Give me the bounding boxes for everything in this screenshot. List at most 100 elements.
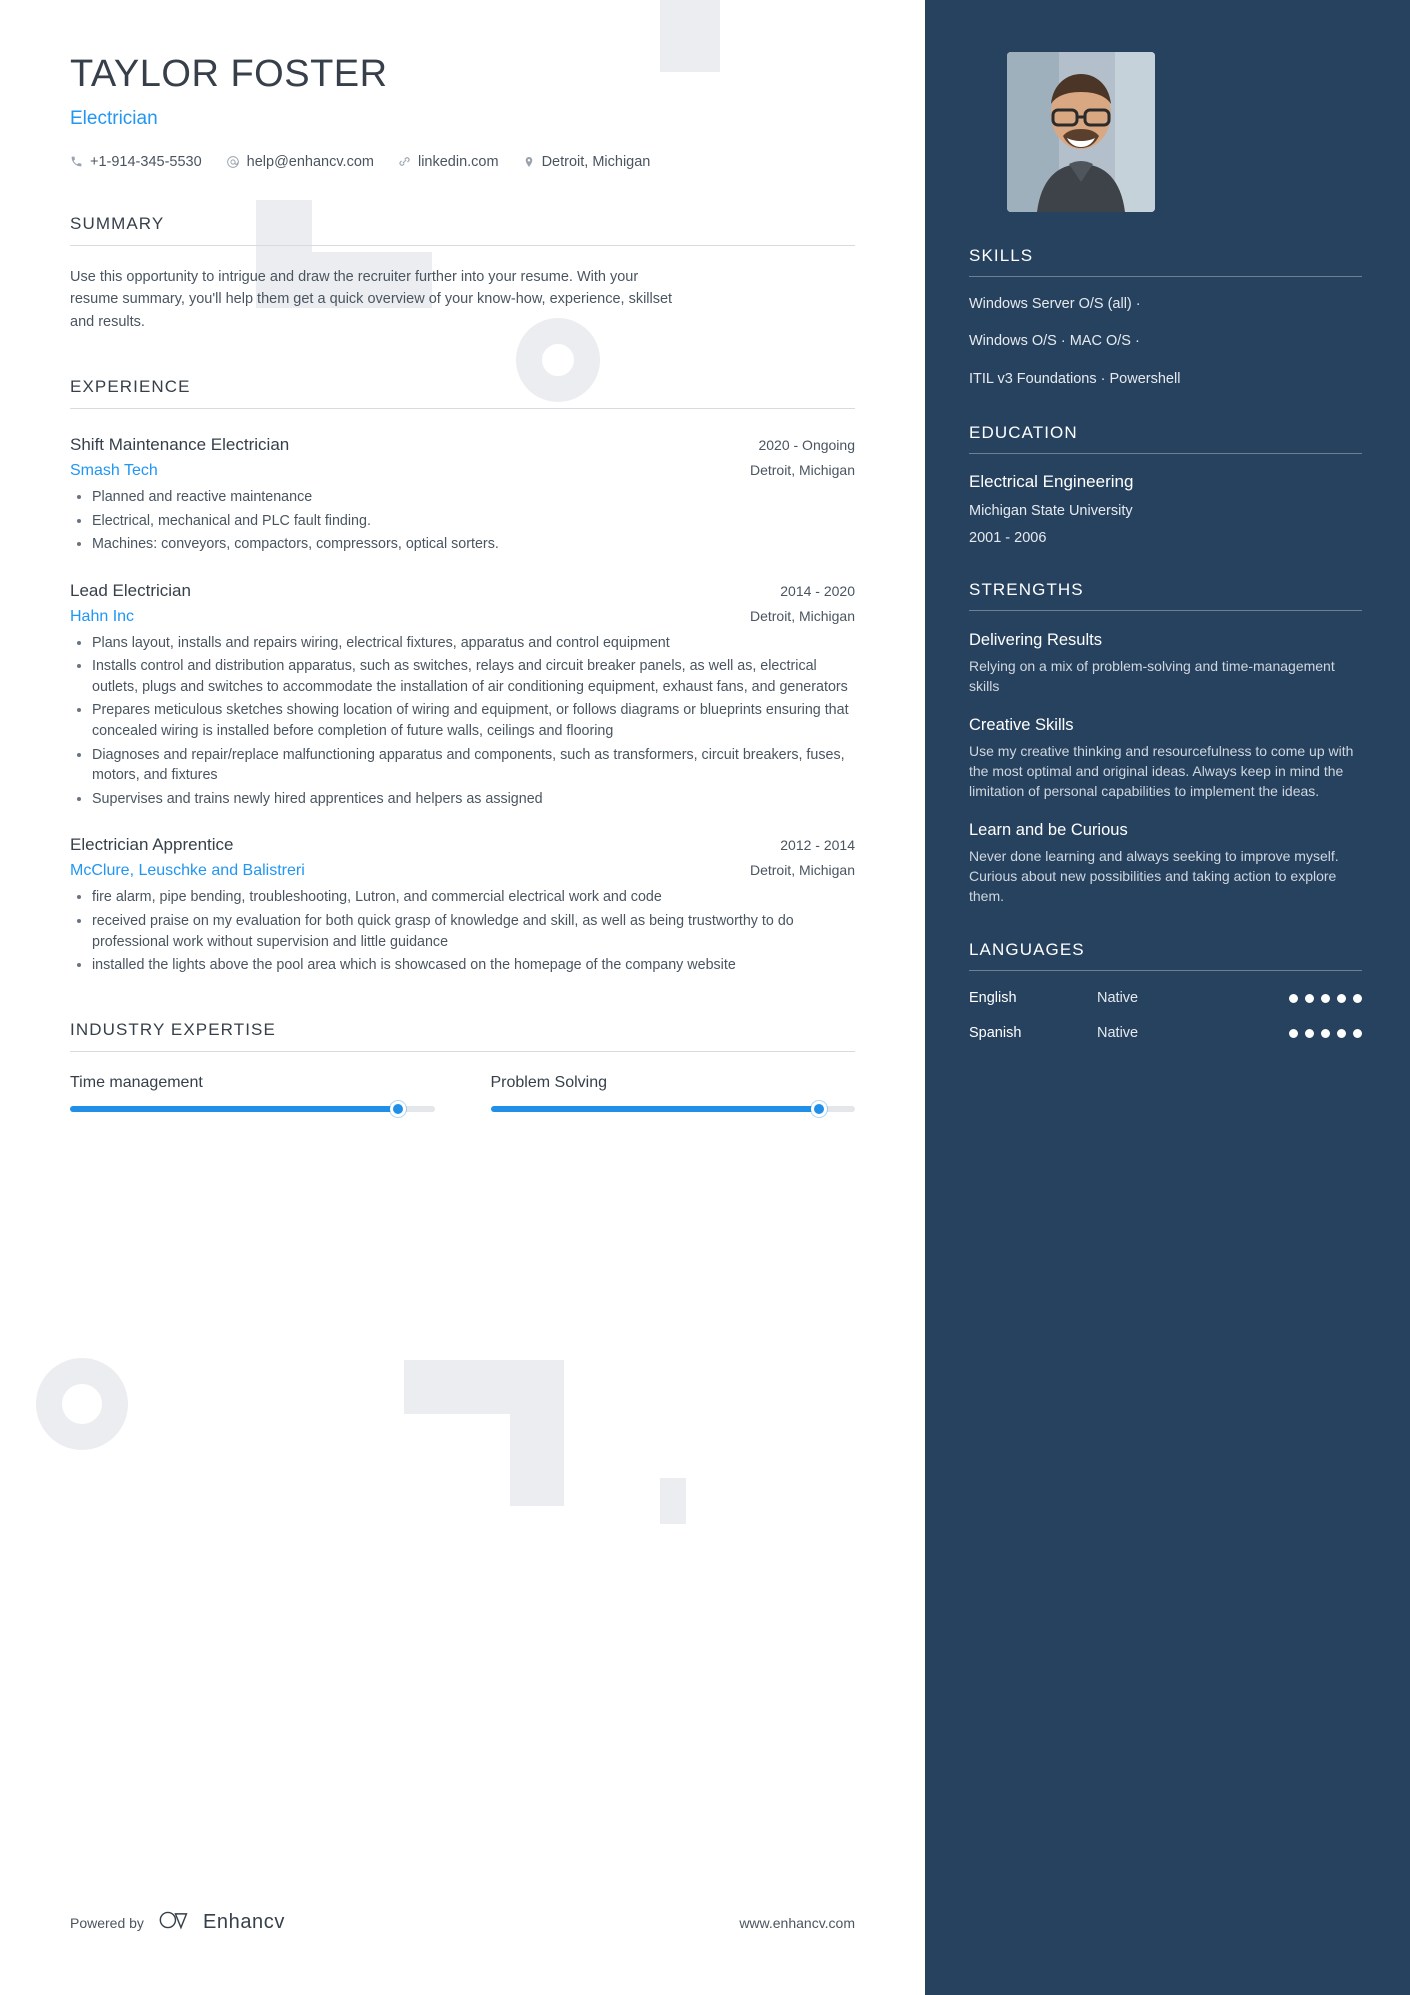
enhancv-mark-icon <box>158 1908 194 1937</box>
list-item: Supervises and trains newly hired appren… <box>70 789 855 810</box>
experience-head: Shift Maintenance Electrician 2020 - Ong… <box>70 435 855 455</box>
language-rating-dots <box>1289 1028 1362 1038</box>
experience-item: Electrician Apprentice 2012 - 2014 McClu… <box>70 835 855 975</box>
job-role-subtitle: Electrician <box>70 107 158 129</box>
education-date: 2001 - 2006 <box>969 529 1047 546</box>
experience-head: Electrician Apprentice 2012 - 2014 <box>70 835 855 855</box>
slider-knob[interactable] <box>390 1100 407 1117</box>
slider-knob[interactable] <box>810 1100 827 1117</box>
language-level: Native <box>1097 1025 1139 1042</box>
footer: Powered by Enhancv www.enhancv.com <box>70 1908 855 1937</box>
sidebar: SKILLS Windows Server O/S (all) · Window… <box>925 0 1410 1995</box>
rating-dot <box>1289 993 1298 1003</box>
email-icon <box>226 155 240 169</box>
list-item: installed the lights above the pool area… <box>70 955 855 976</box>
experience-title: Shift Maintenance Electrician <box>70 435 290 454</box>
experience-date: 2012 - 2014 <box>780 837 855 854</box>
contact-location-text: Detroit, Michigan <box>541 153 651 170</box>
experience-subhead: Smash Tech Detroit, Michigan <box>70 462 855 480</box>
contact-email[interactable]: help@enhancv.com <box>226 154 374 170</box>
slider-fill <box>490 1105 819 1112</box>
rating-dot <box>1353 993 1362 1003</box>
list-item: Diagnoses and repair/replace malfunction… <box>70 745 855 786</box>
rating-dot <box>1353 1028 1362 1038</box>
experience-subhead: Hahn Inc Detroit, Michigan <box>70 608 855 626</box>
list-item: fire alarm, pipe bending, troubleshootin… <box>70 887 855 908</box>
page-title: TAYLOR FOSTER <box>70 53 388 95</box>
expertise-slider[interactable] <box>70 1100 435 1117</box>
strength-name: Learn and be Curious <box>969 820 1128 839</box>
avatar <box>1007 52 1155 212</box>
summary-text: Use this opportunity to intrigue and dra… <box>70 268 673 330</box>
skill-line: Windows Server O/S (all) · <box>969 296 1141 312</box>
experience-date: 2014 - 2020 <box>780 582 855 599</box>
education-degree: Electrical Engineering <box>969 471 1134 491</box>
footer-brand-group: Powered by Enhancv <box>70 1908 285 1937</box>
contact-linkedin-text: linkedin.com <box>417 153 499 170</box>
enhancv-wordmark: Enhancv <box>202 1911 285 1933</box>
experience-location: Detroit, Michigan <box>749 462 855 478</box>
rating-dot <box>1321 993 1330 1003</box>
rating-dot <box>1337 1028 1346 1038</box>
languages-section: LANGUAGES English Native Spanish Native <box>969 940 1362 1041</box>
experience-bullets: fire alarm, pipe bending, troubleshootin… <box>70 887 855 975</box>
slider-fill <box>70 1105 399 1112</box>
skills-title: SKILLS <box>969 246 1362 277</box>
list-item: Installs control and distribution appara… <box>70 656 855 697</box>
experience-date: 2020 - Ongoing <box>758 437 855 453</box>
summary-section: SUMMARY Use this opportunity to intrigue… <box>70 214 855 333</box>
rating-dot <box>1289 1028 1298 1038</box>
footer-website[interactable]: www.enhancv.com <box>739 1915 855 1931</box>
enhancv-logo: Enhancv <box>158 1908 285 1937</box>
education-school: Michigan State University <box>969 502 1133 519</box>
list-item: Machines: conveyors, compactors, compres… <box>70 534 855 555</box>
experience-section: EXPERIENCE Shift Maintenance Electrician… <box>70 377 855 976</box>
experience-bullets: Planned and reactive maintenance Electri… <box>70 487 855 555</box>
experience-bullets: Plans layout, installs and repairs wirin… <box>70 633 855 810</box>
powered-by-label: Powered by <box>70 1914 144 1931</box>
contact-linkedin[interactable]: linkedin.com <box>398 154 499 170</box>
list-item: received praise on my evaluation for bot… <box>70 911 855 952</box>
list-item: Planned and reactive maintenance <box>70 487 855 508</box>
rating-dot <box>1321 1028 1330 1038</box>
experience-head: Lead Electrician 2014 - 2020 <box>70 581 855 601</box>
list-item: Plans layout, installs and repairs wirin… <box>70 633 855 654</box>
education-section: EDUCATION Electrical Engineering Michiga… <box>969 423 1362 546</box>
rating-dot <box>1305 993 1314 1003</box>
experience-subhead: McClure, Leuschke and Balistreri Detroit… <box>70 862 855 880</box>
experience-item: Lead Electrician 2014 - 2020 Hahn Inc De… <box>70 581 855 810</box>
contact-phone-text: +1-914-345-5530 <box>90 153 202 170</box>
experience-title: Electrician Apprentice <box>70 835 234 855</box>
experience-company[interactable]: McClure, Leuschke and Balistreri <box>70 862 305 880</box>
expertise-item: Time management <box>70 1073 435 1117</box>
strength-item: Creative Skills Use my creative thinking… <box>969 716 1362 801</box>
strength-description: Relying on a mix of problem-solving and … <box>969 657 1335 694</box>
rating-dot <box>1305 1028 1314 1038</box>
language-rating-dots <box>1289 993 1362 1003</box>
rating-dot <box>1337 993 1346 1003</box>
experience-location: Detroit, Michigan <box>749 607 855 624</box>
language-item: Spanish Native <box>969 1025 1362 1041</box>
skill-line: Windows O/S · MAC O/S · <box>969 333 1140 350</box>
language-item: English Native <box>969 990 1362 1006</box>
contact-email-text: help@enhancv.com <box>246 153 374 170</box>
experience-item: Shift Maintenance Electrician 2020 - Ong… <box>70 435 855 555</box>
experience-company[interactable]: Smash Tech <box>70 462 158 480</box>
strength-description: Never done learning and always seeking t… <box>969 847 1339 904</box>
strength-name: Creative Skills <box>969 715 1074 734</box>
location-pin-icon <box>523 155 535 169</box>
resume-page: TAYLOR FOSTER Electrician +1-914-345-553… <box>0 0 1410 1995</box>
language-name: Spanish <box>969 1025 1022 1042</box>
experience-title: Lead Electrician <box>70 580 191 600</box>
expertise-slider[interactable] <box>490 1100 855 1117</box>
experience-company[interactable]: Hahn Inc <box>70 608 134 626</box>
strength-description: Use my creative thinking and resourceful… <box>969 742 1354 799</box>
list-item: Prepares meticulous sketches showing loc… <box>70 700 855 741</box>
contact-location[interactable]: Detroit, Michigan <box>523 153 651 170</box>
education-title: EDUCATION <box>969 423 1362 454</box>
phone-icon <box>70 155 83 168</box>
expertise-label: Time management <box>70 1073 203 1091</box>
expertise-item: Problem Solving <box>490 1074 855 1117</box>
expertise-grid: Time management Problem Solving <box>70 1073 855 1117</box>
contact-phone[interactable]: +1-914-345-5530 <box>70 154 202 170</box>
